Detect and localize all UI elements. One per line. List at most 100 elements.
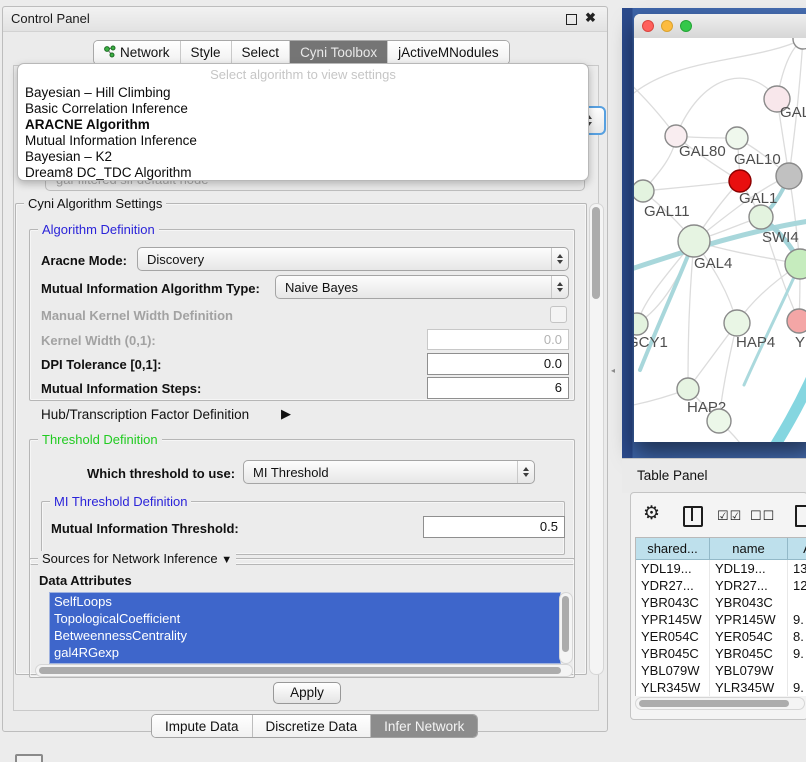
combo-arrows-icon [551, 248, 568, 270]
attributes-hscrollbar[interactable] [35, 664, 573, 677]
network-node-swi4[interactable] [749, 205, 773, 229]
table-cell: YDR27... [710, 577, 788, 594]
mi-algorithm-type-combobox[interactable]: Naive Bayes [275, 275, 569, 299]
table-cell: YPR145W [710, 611, 788, 628]
attribute-item[interactable]: TopologicalCoefficient [50, 610, 560, 627]
hub-definition-toggle[interactable]: Hub/Transcription Factor Definition [41, 407, 249, 422]
panel-title: Control Panel [11, 11, 90, 26]
network-node[interactable] [707, 409, 731, 433]
network-node[interactable] [785, 249, 806, 279]
split-columns-icon[interactable] [683, 506, 703, 527]
export-table-icon[interactable] [795, 505, 806, 527]
table-cell: 9. [788, 679, 806, 696]
tab-label: Cyni Toolbox [300, 45, 377, 60]
algorithm-option[interactable]: Basic Correlation Inference [22, 101, 585, 117]
deselect-all-icon[interactable]: ☐☐ [750, 508, 775, 524]
bottom-tab-discretize-data[interactable]: Discretize Data [253, 715, 372, 737]
bottom-tab-infer-network[interactable]: Infer Network [371, 715, 477, 737]
algorithm-option[interactable]: ARACNE Algorithm [22, 117, 585, 133]
network-edge [676, 78, 777, 136]
kernel-width-field[interactable]: 0.0 [427, 329, 569, 350]
dpi-tolerance-field[interactable]: 0.0 [427, 353, 569, 375]
table-hscrollbar[interactable] [635, 697, 805, 710]
panel-splitter-handle[interactable]: ◂ [611, 366, 615, 375]
network-node-gcy1[interactable] [634, 313, 648, 335]
attribute-item[interactable]: BetweennessCentrality [50, 627, 560, 644]
apply-button[interactable]: Apply [273, 682, 341, 704]
node-label: SWI4 [762, 229, 799, 246]
table-cell [788, 662, 806, 679]
gear-icon[interactable]: ⚙ [643, 502, 660, 525]
node-label: GAL11 [644, 203, 690, 220]
network-canvas[interactable]: GALGAL80GAL10GAL1GAL11SWI4GAL4YHAP4GCY1H… [634, 38, 806, 442]
attribute-item[interactable]: gal4RGexp [50, 644, 560, 661]
aracne-mode-combobox[interactable]: Discovery [137, 247, 569, 271]
combo-arrows-icon [517, 461, 534, 483]
mi-threshold-field[interactable]: 0.5 [423, 516, 565, 538]
group-title: Cyni Algorithm Settings [24, 196, 166, 211]
node-label: Y [795, 334, 805, 351]
table-row[interactable]: YPR145WYPR145W9. [636, 611, 806, 628]
algorithm-option[interactable]: Bayesian – Hill Climbing [22, 85, 585, 101]
close-icon[interactable]: ✖ [584, 11, 597, 24]
tab-label: Network [120, 45, 170, 60]
application-screen: Control Panel ✖ Network Style Select Cyni T… [0, 0, 806, 762]
float-window-icon[interactable] [566, 14, 577, 25]
table-row[interactable]: YBR045CYBR045C9. [636, 645, 806, 662]
zoom-traffic-light[interactable] [680, 20, 692, 32]
network-node-gal1[interactable] [729, 170, 751, 192]
tab-cyni-toolbox[interactable]: Cyni Toolbox [290, 41, 388, 64]
minimized-panel-icon[interactable] [15, 754, 43, 762]
table-row[interactable]: YBL079WYBL079W [636, 662, 806, 679]
kernel-width-label: Kernel Width (0,1): [41, 333, 156, 348]
attributes-vscrollbar[interactable] [559, 592, 573, 664]
minimize-traffic-light[interactable] [661, 20, 673, 32]
which-threshold-combobox[interactable]: MI Threshold [243, 460, 535, 484]
node-label: GAL [780, 104, 806, 121]
algorithm-dropdown-popup: Select algorithm to view settings Bayesi… [17, 63, 589, 181]
table-row[interactable]: YBR043CYBR043C [636, 594, 806, 611]
network-edge [760, 368, 806, 442]
table-cell: YBR045C [710, 645, 788, 662]
column-header[interactable]: shared... [636, 538, 710, 560]
tab-label: Style [191, 45, 221, 60]
tab-select[interactable]: Select [232, 41, 291, 64]
combo-arrows-icon [551, 276, 568, 298]
tab-style[interactable]: Style [181, 41, 232, 64]
network-node-gal4[interactable] [678, 225, 710, 257]
column-header[interactable]: A [788, 538, 806, 560]
close-traffic-light[interactable] [642, 20, 654, 32]
control-panel-tabstrip: Network Style Select Cyni Toolbox jActiveMNo… [93, 40, 510, 65]
sources-title[interactable]: Sources for Network Inference ▼ [38, 551, 236, 566]
table-row[interactable]: YDR27...YDR27...12 [636, 577, 806, 594]
network-node-hap4[interactable] [724, 310, 750, 336]
network-node[interactable] [776, 163, 802, 189]
column-header[interactable]: name [710, 538, 788, 560]
algorithm-option[interactable]: Bayesian – K2 [22, 149, 585, 165]
control-panel-titlebar: Control Panel ✖ [3, 7, 607, 32]
tab-jactivemnodules[interactable]: jActiveMNodules [388, 41, 509, 64]
table-cell: YER054C [636, 628, 710, 645]
algorithm-option[interactable]: Dream8 DC_TDC Algorithm [22, 165, 585, 181]
table-row[interactable]: YDL19...YDL19...13 [636, 560, 806, 577]
network-node-gal11[interactable] [634, 180, 654, 202]
network-window-titlebar[interactable] [634, 14, 806, 39]
network-node-hap2[interactable] [677, 378, 699, 400]
threshold-definition-title: Threshold Definition [38, 432, 162, 447]
table-row[interactable]: YLR345WYLR345W9. [636, 679, 806, 696]
algorithm-option[interactable]: Mutual Information Inference [22, 133, 585, 149]
select-all-icon[interactable]: ☑☑ [717, 508, 742, 524]
table-row[interactable]: YER054CYER054C8. [636, 628, 806, 645]
chevron-right-icon[interactable]: ▶ [281, 406, 291, 422]
manual-kernel-checkbox[interactable] [550, 306, 567, 323]
network-node-gal10[interactable] [726, 127, 748, 149]
settings-scrollbar[interactable] [589, 203, 604, 675]
bottom-tab-impute-data[interactable]: Impute Data [152, 715, 253, 737]
table-cell: YPR145W [636, 611, 710, 628]
attribute-item[interactable]: SelfLoops [50, 593, 560, 610]
network-desktop: GALGAL80GAL10GAL1GAL11SWI4GAL4YHAP4GCY1H… [622, 8, 806, 458]
network-node-y[interactable] [787, 309, 806, 333]
mi-steps-field[interactable]: 6 [427, 377, 569, 399]
tab-network[interactable]: Network [94, 41, 181, 64]
tab-label: jActiveMNodules [398, 45, 499, 60]
